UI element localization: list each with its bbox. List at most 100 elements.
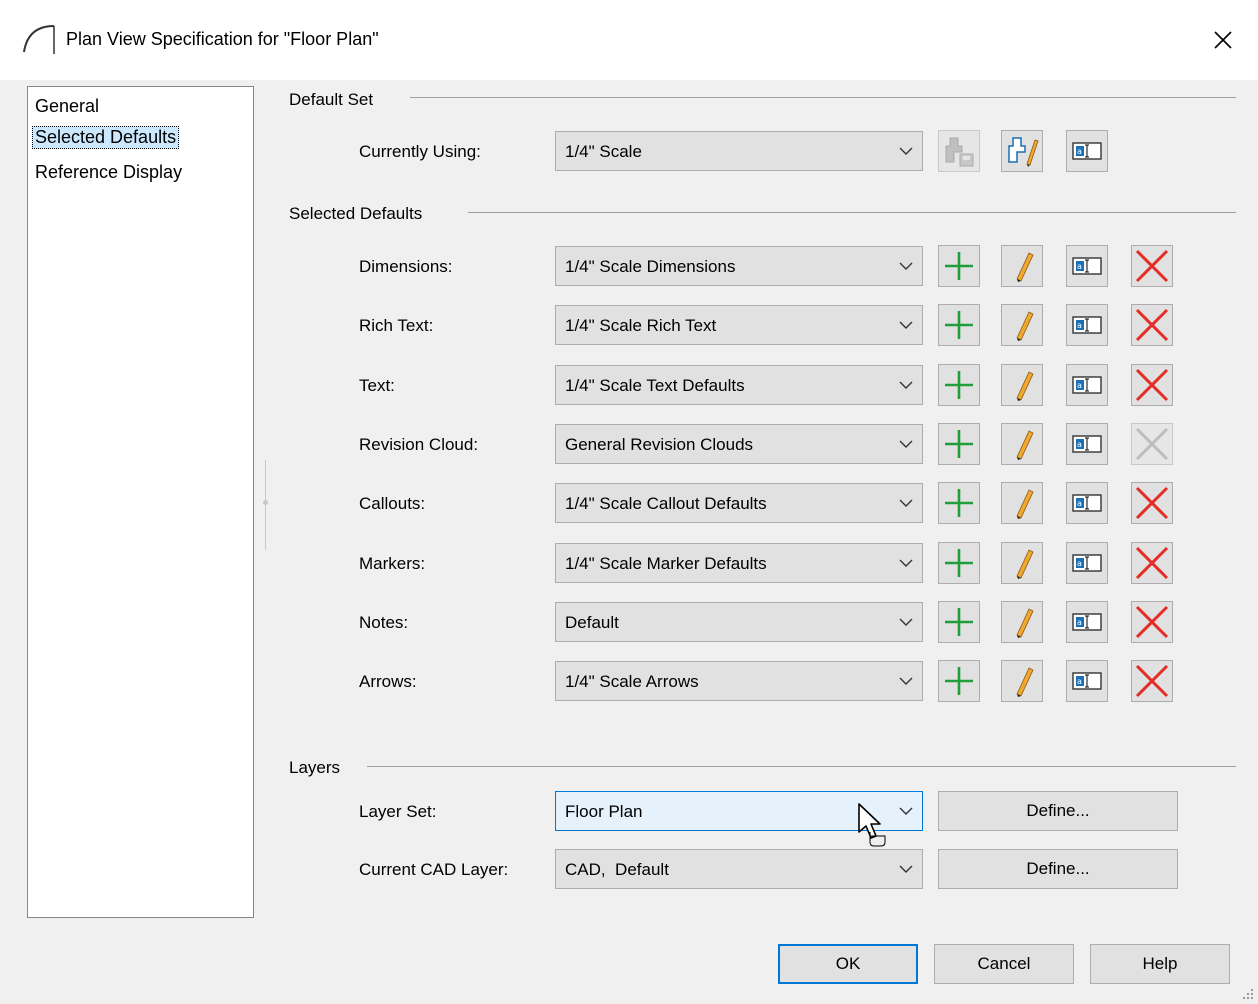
group-selected-defaults-label: Selected Defaults: [289, 204, 423, 223]
markers-dropdown[interactable]: 1/4" Scale Marker Defaults: [555, 543, 923, 583]
delete-icon: [1135, 368, 1169, 402]
revision-cloud-label: Revision Cloud:: [359, 435, 479, 454]
chevron-down-icon: [899, 321, 913, 329]
delete-icon: [1135, 308, 1169, 342]
group-divider: [410, 97, 1236, 98]
revision-cloud-add-button[interactable]: [938, 423, 980, 465]
dimensions-label: Dimensions:: [359, 257, 453, 276]
dimensions-edit-button[interactable]: [1001, 245, 1043, 287]
callouts-add-button[interactable]: [938, 482, 980, 524]
arrows-delete-button[interactable]: [1131, 660, 1173, 702]
add-icon: [945, 371, 973, 399]
layer-set-label: Layer Set:: [359, 802, 437, 821]
rename-icon: a: [1072, 316, 1102, 334]
delete-icon: [1135, 664, 1169, 698]
resize-grip-icon[interactable]: [1242, 988, 1254, 1000]
currently-using-dropdown[interactable]: 1/4" Scale: [555, 131, 923, 171]
rich-text-edit-button[interactable]: [1001, 304, 1043, 346]
arrows-edit-button[interactable]: [1001, 660, 1043, 702]
cancel-button[interactable]: Cancel: [934, 944, 1074, 984]
current-cad-layer-dropdown[interactable]: CAD, Default: [555, 849, 923, 889]
arrows-rename-button[interactable]: a: [1066, 660, 1108, 702]
layer-set-value: Floor Plan: [565, 802, 643, 821]
delete-icon: [1135, 605, 1169, 639]
ok-button[interactable]: OK: [778, 944, 918, 984]
markers-delete-button[interactable]: [1131, 542, 1173, 584]
rename-default-set-button[interactable]: a: [1066, 130, 1108, 172]
callouts-rename-button[interactable]: a: [1066, 482, 1108, 524]
pencil-icon: [1016, 489, 1034, 519]
text-delete-button[interactable]: [1131, 364, 1173, 406]
notes-rename-button[interactable]: a: [1066, 601, 1108, 643]
current-cad-layer-label: Current CAD Layer:: [359, 860, 509, 879]
currently-using-value: 1/4" Scale: [565, 142, 642, 161]
svg-text:a: a: [1077, 559, 1082, 568]
callouts-dropdown[interactable]: 1/4" Scale Callout Defaults: [555, 483, 923, 523]
delete-icon: [1135, 546, 1169, 580]
dimensions-rename-button[interactable]: a: [1066, 245, 1108, 287]
dimensions-value: 1/4" Scale Dimensions: [565, 257, 736, 276]
pencil-icon: [1016, 430, 1034, 460]
notes-delete-button[interactable]: [1131, 601, 1173, 643]
rename-icon: a: [1072, 376, 1102, 394]
callouts-edit-button[interactable]: [1001, 482, 1043, 524]
app-arc-icon: [23, 25, 55, 54]
markers-add-button[interactable]: [938, 542, 980, 584]
text-add-button[interactable]: [938, 364, 980, 406]
define-layer-set-button[interactable]: Define...: [938, 791, 1178, 831]
save-default-set-button[interactable]: [938, 130, 980, 172]
rename-icon: a: [1072, 554, 1102, 572]
add-icon: [945, 549, 973, 577]
text-rename-button[interactable]: a: [1066, 364, 1108, 406]
revision-cloud-delete-button[interactable]: [1131, 423, 1173, 465]
nav-item-reference-display[interactable]: Reference Display: [32, 161, 185, 184]
rename-icon: a: [1072, 435, 1102, 453]
layer-set-dropdown[interactable]: Floor Plan: [555, 791, 923, 831]
pane-splitter[interactable]: [265, 460, 266, 550]
text-dropdown[interactable]: 1/4" Scale Text Defaults: [555, 365, 923, 405]
dimensions-dropdown[interactable]: 1/4" Scale Dimensions: [555, 246, 923, 286]
nav-item-selected-defaults[interactable]: Selected Defaults: [32, 126, 180, 149]
chevron-down-icon: [899, 499, 913, 507]
rich-text-dropdown[interactable]: 1/4" Scale Rich Text: [555, 305, 923, 345]
chevron-down-icon: [899, 381, 913, 389]
rename-icon: a: [1072, 142, 1102, 160]
currently-using-label: Currently Using:: [359, 142, 481, 161]
notes-edit-button[interactable]: [1001, 601, 1043, 643]
arrows-add-button[interactable]: [938, 660, 980, 702]
callouts-delete-button[interactable]: [1131, 482, 1173, 524]
nav-item-general[interactable]: General: [32, 95, 102, 118]
rich-text-rename-button[interactable]: a: [1066, 304, 1108, 346]
markers-edit-button[interactable]: [1001, 542, 1043, 584]
markers-rename-button[interactable]: a: [1066, 542, 1108, 584]
arrows-dropdown[interactable]: 1/4" Scale Arrows: [555, 661, 923, 701]
category-list[interactable]: General Selected Defaults Reference Disp…: [27, 86, 254, 918]
revision-cloud-edit-button[interactable]: [1001, 423, 1043, 465]
help-button[interactable]: Help: [1090, 944, 1230, 984]
revision-cloud-rename-button[interactable]: a: [1066, 423, 1108, 465]
splitter-grip: [263, 500, 268, 505]
notes-add-button[interactable]: [938, 601, 980, 643]
rich-text-label: Rich Text:: [359, 316, 434, 335]
add-icon: [945, 311, 973, 339]
rich-text-delete-button[interactable]: [1131, 304, 1173, 346]
chevron-down-icon: [899, 677, 913, 685]
dimensions-delete-button[interactable]: [1131, 245, 1173, 287]
revision-cloud-dropdown[interactable]: General Revision Clouds: [555, 424, 923, 464]
dimensions-add-button[interactable]: [938, 245, 980, 287]
delete-icon: [1135, 486, 1169, 520]
text-edit-button[interactable]: [1001, 364, 1043, 406]
chevron-down-icon: [899, 440, 913, 448]
pencil-icon: [1016, 608, 1034, 638]
close-button[interactable]: [1188, 0, 1258, 80]
chevron-down-icon: [899, 147, 913, 155]
notes-dropdown[interactable]: Default: [555, 602, 923, 642]
define-cad-layer-button[interactable]: Define...: [938, 849, 1178, 889]
rich-text-add-button[interactable]: [938, 304, 980, 346]
group-default-set-label: Default Set: [289, 90, 374, 109]
chevron-down-icon: [899, 865, 913, 873]
text-label: Text:: [359, 376, 395, 395]
edit-default-set-button[interactable]: [1001, 130, 1043, 172]
window-title: Plan View Specification for "Floor Plan": [66, 29, 379, 49]
rename-icon: a: [1072, 672, 1102, 690]
